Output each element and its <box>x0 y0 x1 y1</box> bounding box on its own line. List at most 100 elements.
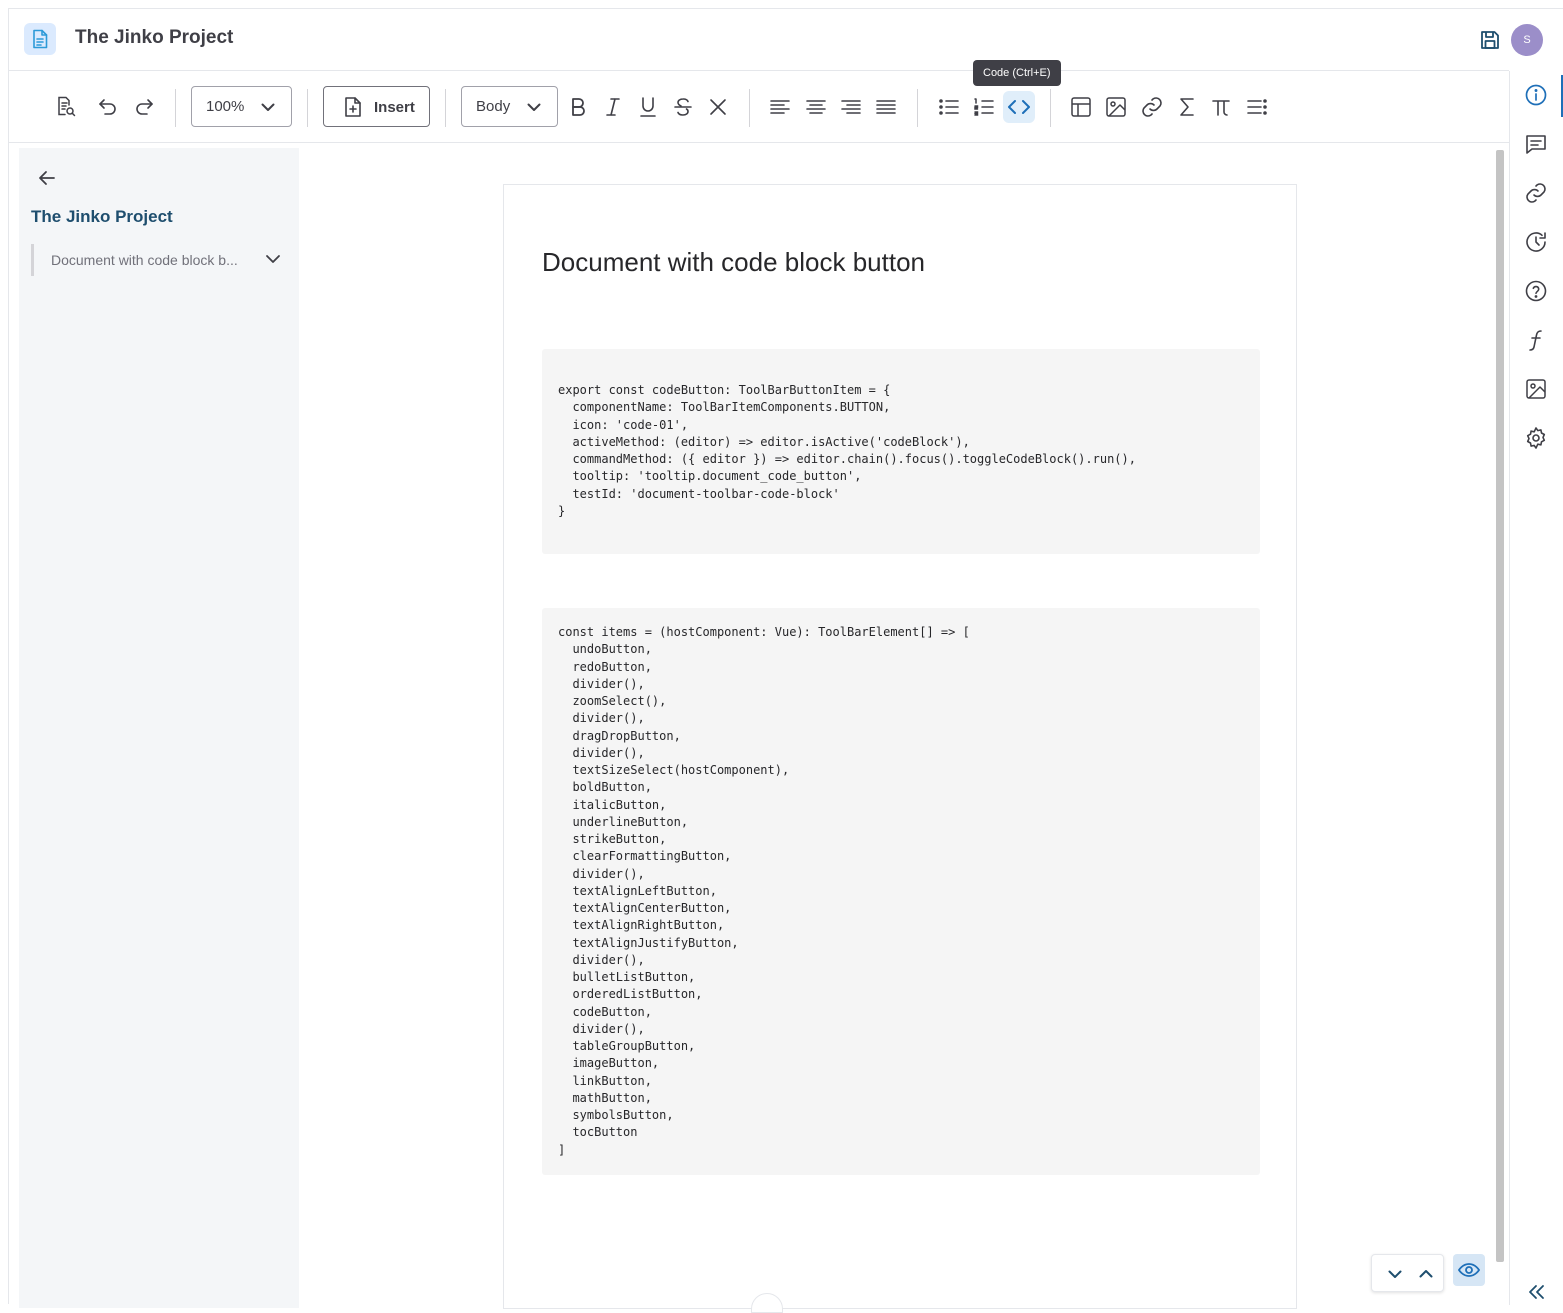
eye-icon <box>1457 1263 1481 1277</box>
insert-button[interactable]: Insert <box>323 86 430 127</box>
link-icon <box>1142 97 1162 117</box>
ordered-list-button[interactable] <box>968 91 1000 123</box>
align-justify-icon <box>876 100 896 114</box>
document-title[interactable]: Document with code block button <box>542 247 925 278</box>
zoom-select[interactable]: 100% <box>191 86 292 127</box>
align-center-button[interactable] <box>800 91 832 123</box>
link-button[interactable] <box>1136 91 1168 123</box>
function-icon <box>1529 330 1542 351</box>
table-icon <box>1071 97 1091 117</box>
chevron-down-icon <box>261 103 275 111</box>
document-icon <box>24 23 56 55</box>
code-button[interactable] <box>1003 91 1035 123</box>
align-left-button[interactable] <box>764 91 796 123</box>
save-icon <box>1481 31 1499 49</box>
toolbar: 100% Insert Body <box>9 71 1509 143</box>
document-navigation-panel: The Jinko Project Document with code blo… <box>19 148 299 1308</box>
toolbar-divider <box>445 89 446 127</box>
chevrons-left-icon <box>1529 1285 1544 1299</box>
toolbar-divider <box>175 89 176 127</box>
images-button[interactable] <box>1522 375 1550 403</box>
toolbar-divider <box>1050 89 1051 127</box>
code-button-tooltip: Code (Ctrl+E) <box>973 60 1061 86</box>
save-button[interactable] <box>1477 27 1503 53</box>
table-button[interactable] <box>1065 91 1097 123</box>
document-preview-button[interactable] <box>50 91 82 123</box>
code-block-content: const items = (hostComponent: Vue): Tool… <box>558 625 970 1157</box>
redo-icon <box>136 99 153 115</box>
info-icon <box>1525 84 1547 106</box>
page-navigation-group <box>1371 1254 1444 1292</box>
align-left-icon <box>770 100 790 114</box>
gear-icon <box>1526 427 1546 449</box>
toolbar-divider <box>917 89 918 127</box>
functions-button[interactable] <box>1522 326 1550 354</box>
toolbar-divider <box>307 89 308 127</box>
header: The Jinko Project S <box>9 9 1543 71</box>
symbols-button[interactable] <box>1205 91 1237 123</box>
strikethrough-icon <box>674 98 692 116</box>
close-icon <box>710 99 726 115</box>
right-sidebar <box>1509 71 1563 1305</box>
help-icon <box>1525 280 1547 302</box>
redo-button[interactable] <box>128 91 160 123</box>
bullet-list-icon <box>939 99 959 115</box>
history-icon <box>1526 232 1546 252</box>
history-button[interactable] <box>1522 228 1550 256</box>
document-search-icon <box>58 96 76 117</box>
toc-button[interactable] <box>1241 91 1273 123</box>
code-block-content: export const codeButton: ToolBarButtonIt… <box>558 383 1136 518</box>
clear-formatting-button[interactable] <box>702 91 734 123</box>
underline-button[interactable] <box>632 91 664 123</box>
text-style-value: Body <box>476 98 511 115</box>
chevron-up-icon <box>1419 1270 1433 1278</box>
bold-icon <box>572 98 585 116</box>
document-page[interactable]: Document with code block button export c… <box>503 184 1297 1309</box>
chevron-down-icon[interactable] <box>262 248 284 270</box>
image-icon <box>1526 379 1546 399</box>
avatar[interactable]: S <box>1511 24 1543 56</box>
back-button[interactable] <box>33 164 61 192</box>
zoom-value: 100% <box>206 98 245 115</box>
info-button[interactable] <box>1522 81 1550 109</box>
code-block[interactable]: const items = (hostComponent: Vue): Tool… <box>542 608 1260 1175</box>
bold-button[interactable] <box>562 91 594 123</box>
image-button[interactable] <box>1100 91 1132 123</box>
italic-button[interactable] <box>597 91 629 123</box>
collapse-sidebar-button[interactable] <box>1522 1278 1550 1306</box>
code-block[interactable]: export const codeButton: ToolBarButtonIt… <box>542 349 1260 554</box>
align-right-icon <box>841 100 861 114</box>
align-right-button[interactable] <box>835 91 867 123</box>
sigma-icon <box>1180 98 1194 116</box>
undo-button[interactable] <box>92 91 124 123</box>
pi-icon <box>1212 100 1230 116</box>
comments-button[interactable] <box>1522 130 1550 158</box>
chevron-down-icon <box>527 103 541 111</box>
align-justify-button[interactable] <box>870 91 902 123</box>
strikethrough-button[interactable] <box>667 91 699 123</box>
chevron-down-icon <box>1388 1270 1402 1278</box>
image-icon <box>1106 97 1126 117</box>
text-style-select[interactable]: Body <box>461 86 558 127</box>
undo-icon <box>99 99 116 115</box>
file-plus-icon <box>345 97 361 117</box>
links-button[interactable] <box>1522 179 1550 207</box>
scrollbar[interactable] <box>1496 150 1504 1262</box>
math-button[interactable] <box>1171 91 1203 123</box>
table-of-contents-icon <box>1247 99 1267 115</box>
bullet-list-button[interactable] <box>933 91 965 123</box>
ordered-list-icon <box>974 98 994 116</box>
link-icon <box>1526 183 1546 203</box>
app-title: The Jinko Project <box>75 27 234 48</box>
italic-icon <box>606 98 620 116</box>
code-icon <box>1008 100 1030 114</box>
comments-icon <box>1526 135 1546 154</box>
insert-label: Insert <box>374 99 415 116</box>
next-page-button[interactable] <box>1383 1262 1407 1286</box>
settings-button[interactable] <box>1522 424 1550 452</box>
previous-page-button[interactable] <box>1414 1262 1438 1286</box>
help-button[interactable] <box>1522 277 1550 305</box>
toolbar-divider <box>749 89 750 127</box>
document-tree-item[interactable]: Document with code block b... <box>31 244 289 276</box>
preview-toggle-button[interactable] <box>1453 1254 1485 1286</box>
